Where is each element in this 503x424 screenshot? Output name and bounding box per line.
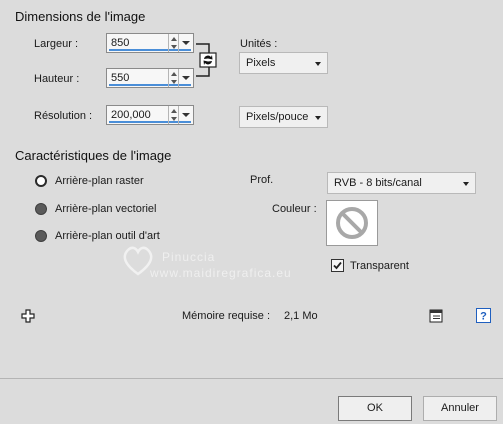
width-value: 850 <box>111 37 130 49</box>
resolution-units-dropdown[interactable]: Pixels/pouce <box>239 106 328 128</box>
chevron-down-icon <box>315 116 321 120</box>
resolution-field[interactable]: 200,000 <box>106 105 194 125</box>
link-aspect-icon[interactable] <box>195 42 219 78</box>
ok-button[interactable]: OK <box>338 396 412 421</box>
resolution-dropdown-button[interactable] <box>178 106 193 124</box>
height-value: 550 <box>111 72 130 84</box>
transparent-label[interactable]: Transparent <box>350 260 409 272</box>
height-dropdown-button[interactable] <box>178 69 193 87</box>
width-dropdown-button[interactable] <box>178 34 193 52</box>
resolution-value: 200,000 <box>111 109 151 121</box>
units-value: Pixels <box>246 57 276 69</box>
help-icon[interactable]: ? <box>476 308 491 323</box>
chevron-down-icon <box>182 113 190 117</box>
units-label: Unités : <box>240 38 278 50</box>
chevron-down-icon <box>182 41 190 45</box>
watermark-url: www.maidiregrafica.eu <box>150 266 292 280</box>
height-label: Hauteur : <box>34 73 80 85</box>
cancel-button[interactable]: Annuler <box>423 396 497 421</box>
radio-vector-label[interactable]: Arrière-plan vectoriel <box>55 203 156 215</box>
width-field[interactable]: 850 <box>106 33 194 53</box>
radio-vector[interactable] <box>35 203 47 215</box>
color-swatch[interactable] <box>326 200 378 246</box>
chevron-down-icon <box>182 76 190 80</box>
width-label: Largeur : <box>34 38 79 50</box>
chevron-down-icon <box>463 182 469 186</box>
watermark-name: Pinuccia <box>162 250 216 264</box>
depth-label: Prof. <box>250 174 274 186</box>
depth-dropdown[interactable]: RVB - 8 bits/canal <box>327 172 476 194</box>
color-label: Couleur : <box>272 203 317 215</box>
footer-divider <box>0 378 503 379</box>
memory-label: Mémoire requise : <box>182 310 271 322</box>
memory-value: 2,1 Mo <box>284 310 318 322</box>
preset-icon[interactable] <box>428 308 444 324</box>
transparent-checkbox[interactable] <box>331 259 344 272</box>
radio-raster[interactable] <box>35 175 47 187</box>
checkmark-icon <box>333 261 342 270</box>
plus-icon[interactable] <box>21 309 35 323</box>
units-dropdown[interactable]: Pixels <box>239 52 328 74</box>
resolution-label: Résolution : <box>34 110 93 122</box>
resolution-units-value: Pixels/pouce <box>246 111 309 123</box>
radio-raster-label[interactable]: Arrière-plan raster <box>55 175 144 187</box>
characteristics-title: Caractéristiques de l'image <box>15 148 172 163</box>
height-field[interactable]: 550 <box>106 68 194 88</box>
radio-art-media[interactable] <box>35 230 47 242</box>
dimensions-title: Dimensions de l'image <box>15 9 146 24</box>
chevron-down-icon <box>315 62 321 66</box>
svg-text:?: ? <box>480 311 487 323</box>
no-color-icon <box>336 207 368 239</box>
depth-value: RVB - 8 bits/canal <box>334 177 422 189</box>
